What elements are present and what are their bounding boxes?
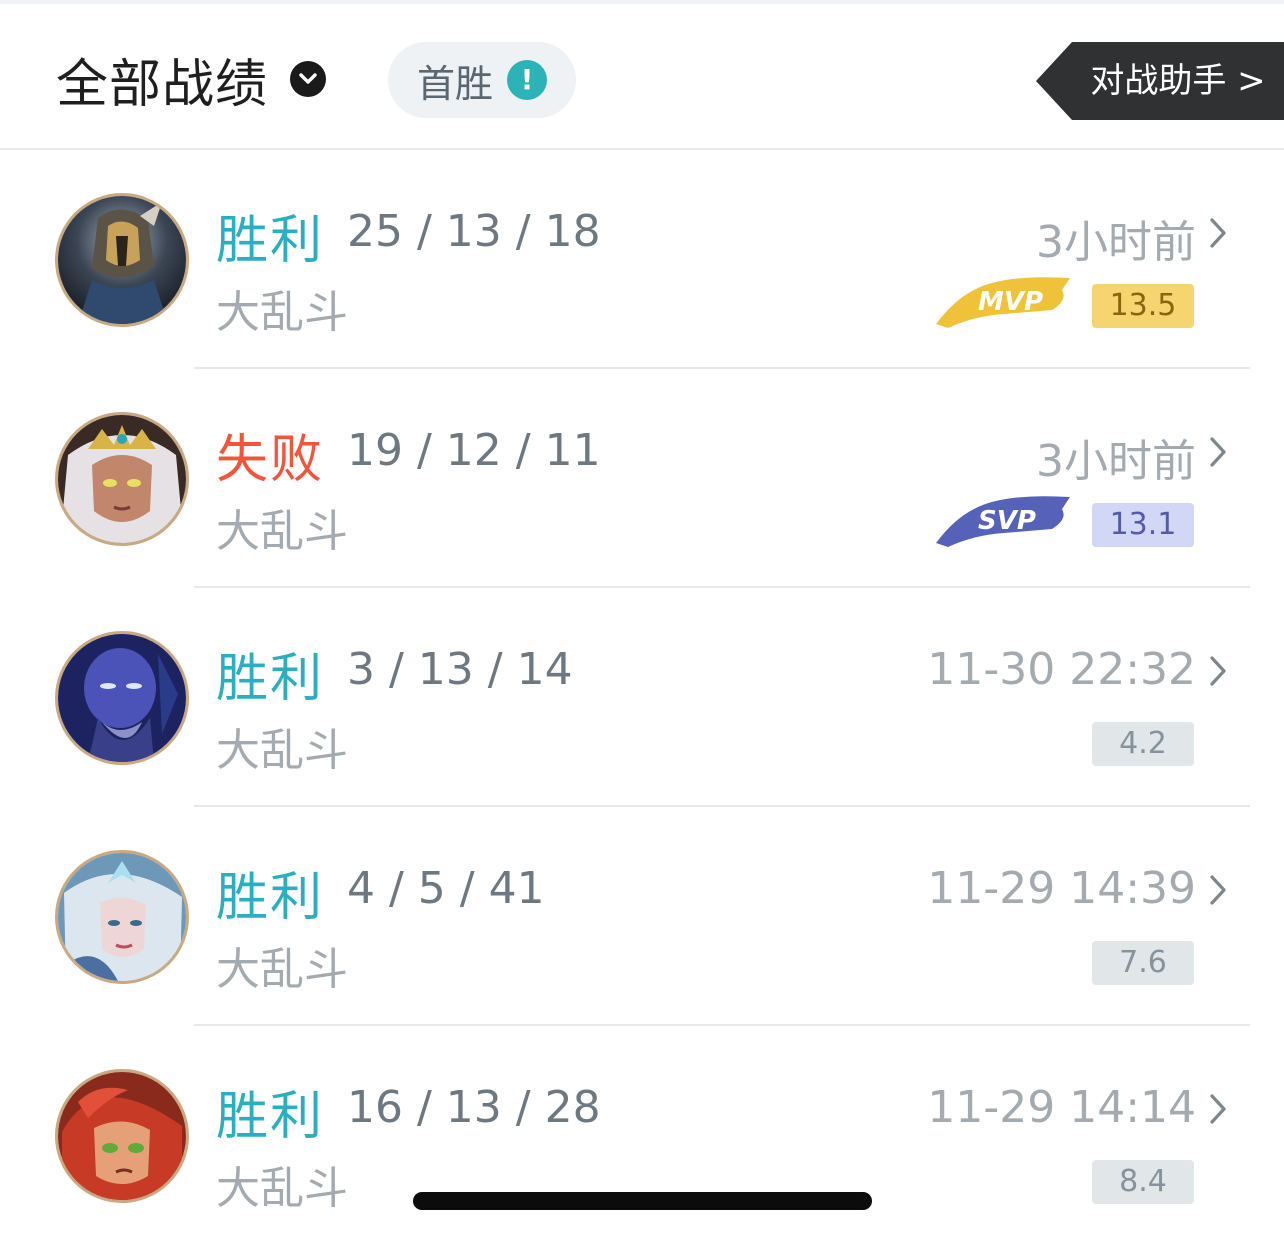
match-mode: 大乱斗 — [216, 1163, 348, 1214]
match-mode: 大乱斗 — [216, 506, 348, 557]
match-result: 胜利 — [216, 1087, 325, 1147]
crowned-queen-hero-avatar — [55, 412, 189, 546]
match-time: 11-29 14:39 — [927, 863, 1196, 914]
match-kda: 4 / 5 / 41 — [347, 863, 545, 914]
mvp-badge-icon: MVP — [936, 277, 1070, 328]
match-row[interactable]: 胜利 4 / 5 / 41 大乱斗 11-29 14:39 7.6 — [0, 807, 1284, 1026]
chevron-right-icon — [1210, 875, 1226, 905]
battle-assistant-label: 对战助手 > — [1090, 61, 1266, 101]
match-score: 4.2 — [1092, 722, 1194, 766]
match-result: 胜利 — [216, 649, 325, 709]
chevron-right-icon — [1210, 1094, 1226, 1124]
blue-monk-hero-avatar — [55, 631, 189, 765]
first-win-label: 首胜 — [416, 61, 493, 106]
match-row[interactable]: 胜利 16 / 13 / 28 大乱斗 11-29 14:14 8.4 — [0, 1026, 1284, 1245]
battle-assistant-button[interactable]: 对战助手 > — [1036, 42, 1284, 120]
chevron-right-icon — [1210, 437, 1226, 467]
match-score: 13.5 — [1092, 284, 1194, 328]
match-score: 7.6 — [1092, 941, 1194, 985]
match-score: 8.4 — [1092, 1160, 1194, 1204]
match-kda: 16 / 13 / 28 — [347, 1082, 601, 1133]
match-mode: 大乱斗 — [216, 944, 348, 995]
record-filter-label: 全部战绩 — [56, 54, 269, 115]
match-mode: 大乱斗 — [216, 287, 348, 338]
match-kda: 25 / 13 / 18 — [347, 206, 601, 257]
ice-mage-hero-avatar — [55, 850, 189, 984]
svg-text:SVP: SVP — [978, 506, 1036, 536]
chevron-right-icon — [1210, 656, 1226, 686]
svg-text:MVP: MVP — [978, 287, 1043, 317]
first-win-chip[interactable]: 首胜 ! — [388, 42, 576, 118]
match-result: 胜利 — [216, 868, 325, 928]
armored-knight-hero-avatar — [55, 193, 189, 327]
match-mode: 大乱斗 — [216, 725, 348, 776]
chevron-down-icon — [290, 61, 327, 97]
record-filter-dropdown[interactable]: 全部战绩 — [56, 44, 327, 115]
match-result: 失败 — [216, 430, 325, 490]
match-time: 11-30 22:32 — [927, 644, 1196, 695]
chevron-right-icon — [1210, 218, 1226, 248]
red-haired-girl-hero-avatar — [55, 1069, 189, 1203]
match-time: 3小时前 — [1036, 436, 1196, 487]
match-time: 11-29 14:14 — [927, 1082, 1196, 1133]
match-kda: 19 / 12 / 11 — [347, 425, 601, 476]
match-row[interactable]: 胜利 3 / 13 / 14 大乱斗 11-30 22:32 4.2 — [0, 588, 1284, 807]
match-row[interactable]: 胜利 25 / 13 / 18 大乱斗 3小时前 MVP 13.5 — [0, 150, 1284, 369]
info-icon: ! — [507, 60, 547, 100]
history-header: 全部战绩 首胜 ! 对战助手 > — [0, 4, 1284, 150]
match-kda: 3 / 13 / 14 — [347, 644, 573, 695]
match-row[interactable]: 失败 19 / 12 / 11 大乱斗 3小时前 SVP 13.1 — [0, 369, 1284, 588]
match-result: 胜利 — [216, 211, 325, 271]
match-score: 13.1 — [1092, 503, 1194, 547]
home-indicator[interactable] — [413, 1192, 872, 1210]
match-time: 3小时前 — [1036, 217, 1196, 268]
svp-badge-icon: SVP — [936, 496, 1070, 547]
